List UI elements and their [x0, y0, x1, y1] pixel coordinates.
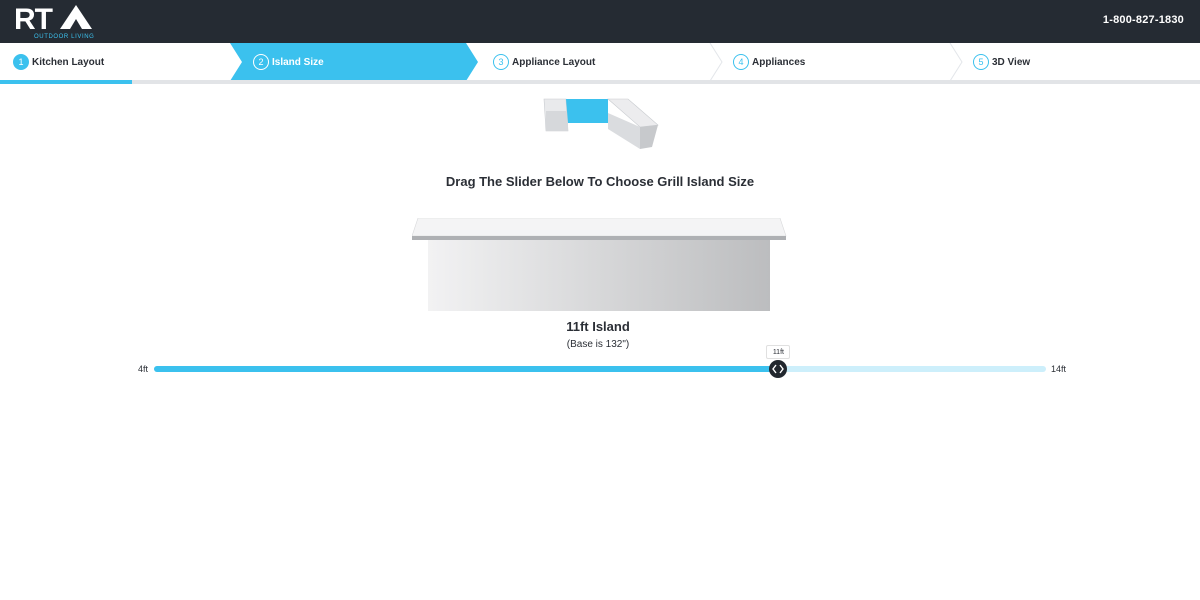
step-number: 3 [493, 54, 509, 70]
island-preview [412, 218, 787, 311]
slider-min-label: 4ft [138, 364, 149, 374]
step-separator [949, 43, 963, 81]
slider-fill [154, 366, 779, 372]
step-3d-view[interactable]: 5 3D View [973, 43, 1030, 81]
svg-text:OUTDOOR LIVING: OUTDOOR LIVING [34, 34, 94, 40]
kitchen-layout-thumbnail [543, 98, 659, 149]
step-kitchen-layout[interactable]: 1 Kitchen Layout [13, 43, 104, 81]
step-label: Island Size [272, 56, 324, 68]
slider-value-tooltip: 11ft [766, 345, 791, 359]
slider-max-label: 14ft [1051, 364, 1067, 374]
step-number: 4 [733, 54, 749, 70]
step-appliance-layout[interactable]: 3 Appliance Layout [493, 43, 595, 81]
island-base-size: (Base is 132") [566, 339, 630, 350]
progress-fill [0, 80, 132, 84]
step-number: 5 [973, 54, 989, 70]
svg-text:RT: RT [14, 3, 53, 36]
step-number: 1 [13, 54, 29, 70]
step-number: 2 [253, 54, 269, 70]
step-label: Kitchen Layout [32, 56, 105, 68]
slider-handle[interactable] [769, 360, 788, 378]
rta-logo[interactable]: RT OUTDOOR LIVING [14, 3, 104, 41]
step-appliances[interactable]: 4 Appliances [733, 43, 805, 81]
progress-track [0, 80, 1200, 84]
step-island-size[interactable]: 2 Island Size [253, 43, 324, 81]
top-header: RT OUTDOOR LIVING 1-800-827-1830 [0, 0, 1200, 43]
step-label: 3D View [992, 56, 1031, 68]
instruction-text: Drag The Slider Below To Choose Grill Is… [445, 174, 755, 189]
phone-number[interactable]: 1-800-827-1830 [1103, 14, 1184, 26]
step-label: Appliances [752, 56, 806, 68]
step-label: Appliance Layout [512, 56, 596, 68]
step-navigation: 1 Kitchen Layout 2 Island Size 3 Applian… [0, 43, 1200, 81]
step-separator [709, 43, 723, 81]
chevron-left-right-icon [772, 364, 785, 374]
island-size-title: 11ft Island [566, 319, 630, 334]
island-size-slider-track[interactable] [154, 366, 1046, 372]
